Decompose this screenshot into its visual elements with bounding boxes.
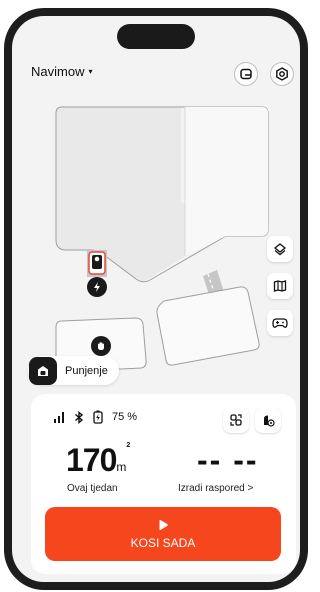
mowed-area-unit-sup: 2 bbox=[126, 442, 130, 449]
battery-charging-icon bbox=[93, 410, 103, 424]
map-zone-small[interactable] bbox=[156, 286, 260, 366]
charging-status-label: Punjenje bbox=[65, 364, 108, 377]
layers-button[interactable] bbox=[267, 236, 293, 262]
mowed-area: 170m 2 bbox=[66, 442, 130, 479]
remote-control-button[interactable] bbox=[267, 310, 293, 336]
battery-percent: 75 % bbox=[112, 411, 138, 423]
charging-station-badge[interactable] bbox=[87, 277, 107, 297]
mower-lock-icon bbox=[264, 415, 275, 427]
signal-icon bbox=[54, 411, 64, 423]
gamepad-icon bbox=[272, 318, 288, 328]
mower-lock-button[interactable] bbox=[255, 407, 281, 433]
status-card: 75 % 170m 2 Ovaj tjedan -- -- Izradi rasp… bbox=[31, 394, 296, 574]
mowed-area-caption: Ovaj tjedan bbox=[67, 483, 118, 494]
mow-now-button[interactable]: KOSI SADA bbox=[45, 507, 281, 561]
map-icon bbox=[273, 280, 287, 292]
charging-status-pill[interactable]: Punjenje bbox=[28, 356, 119, 385]
map-zone-light bbox=[185, 107, 268, 256]
create-schedule-link[interactable]: Izradi raspored > bbox=[178, 483, 253, 494]
map-view-button[interactable] bbox=[267, 273, 293, 299]
play-icon bbox=[159, 519, 168, 530]
no-mow-zone-badge[interactable] bbox=[91, 336, 111, 356]
mowed-area-unit: m bbox=[116, 460, 127, 474]
swap-button[interactable] bbox=[223, 407, 249, 433]
map-zone-shaded bbox=[56, 107, 185, 281]
mower-eye bbox=[94, 256, 100, 262]
mowed-area-value: 170 bbox=[66, 442, 117, 478]
charging-station-icon bbox=[29, 356, 57, 385]
layers-icon bbox=[273, 243, 287, 256]
hand-icon bbox=[98, 342, 104, 350]
swap-icon bbox=[230, 414, 242, 426]
schedule-value: -- -- bbox=[197, 442, 259, 478]
bluetooth-icon bbox=[75, 410, 84, 424]
lightning-icon bbox=[94, 282, 100, 292]
status-row: 75 % bbox=[53, 410, 137, 424]
mow-now-label: KOSI SADA bbox=[130, 535, 196, 550]
